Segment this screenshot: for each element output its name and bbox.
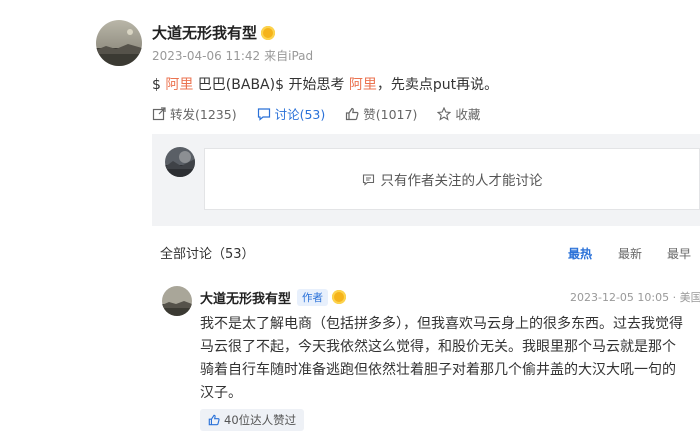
comment-author-name[interactable]: 大道无形我有型 bbox=[200, 288, 291, 307]
favorite-button[interactable]: 收藏 bbox=[437, 104, 480, 123]
post-source: 来自iPad bbox=[264, 49, 314, 63]
like-button[interactable]: 赞(1017) bbox=[345, 104, 417, 123]
post-author[interactable]: 大道无形我有型 bbox=[152, 22, 276, 43]
share-icon bbox=[152, 106, 166, 120]
verified-badge-icon bbox=[261, 25, 276, 40]
repost-button[interactable]: 转发(1235) bbox=[152, 104, 237, 123]
comment-restricted-notice: 只有作者关注的人才能讨论 bbox=[204, 148, 700, 210]
post-text-prefix: $ bbox=[152, 77, 166, 93]
star-icon bbox=[437, 106, 452, 121]
author-avatar[interactable] bbox=[96, 20, 142, 66]
topic-link[interactable]: 阿里 bbox=[349, 77, 377, 93]
viewer-avatar bbox=[165, 147, 195, 177]
comment-text: 我不是太了解电商（包括拼多多），但我喜欢马云身上的很多东西。过去我觉得马云很了不… bbox=[200, 316, 683, 401]
sort-latest[interactable]: 最新 bbox=[618, 245, 642, 262]
stock-link[interactable]: 阿里 bbox=[165, 77, 193, 93]
post-author-name[interactable]: 大道无形我有型 bbox=[152, 24, 257, 42]
comment-time: 2023-12-05 10:05 · 美国 bbox=[570, 291, 700, 304]
comments-header: 全部讨论（53） bbox=[160, 247, 255, 262]
sort-earliest[interactable]: 最早 bbox=[667, 245, 691, 262]
sort-hot[interactable]: 最热 bbox=[568, 245, 592, 262]
author-tag: 作者 bbox=[297, 289, 329, 306]
comment-label: 讨论(53) bbox=[274, 107, 326, 122]
post-text-middle: 巴巴(BABA)$ 开始思考 bbox=[193, 77, 349, 93]
like-label: 赞(1017) bbox=[363, 107, 418, 122]
repost-label: 转发(1235) bbox=[170, 107, 237, 122]
post-text: $ 阿里 巴巴(BABA)$ 开始思考 阿里，先卖点put再说。 bbox=[152, 74, 498, 94]
comment-icon bbox=[362, 173, 374, 186]
verified-badge-icon bbox=[332, 289, 347, 304]
comment-panel: 只有作者关注的人才能讨论 bbox=[152, 134, 700, 226]
thumbs-up-icon bbox=[346, 107, 359, 120]
favorite-label: 收藏 bbox=[455, 107, 481, 122]
comment-author-avatar[interactable] bbox=[162, 286, 192, 316]
comment-author: 大道无形我有型 作者 bbox=[200, 288, 347, 307]
post-actions: 转发(1235) 讨论(53) 赞(1017) 收藏 bbox=[152, 104, 500, 123]
post-text-suffix: ，先卖点put再说。 bbox=[376, 77, 499, 93]
post-time[interactable]: 2023-04-06 11:42 bbox=[152, 49, 260, 63]
comment-likes[interactable]: 40位达人赞过 bbox=[200, 409, 305, 431]
thumbs-up-icon bbox=[208, 414, 220, 426]
notice-text: 只有作者关注的人才能讨论 bbox=[380, 173, 543, 189]
comment-likes-label: 40位达人赞过 bbox=[224, 413, 297, 427]
comment-icon bbox=[257, 107, 270, 121]
post-meta: 2023-04-06 11:42 来自iPad bbox=[152, 47, 317, 64]
comment-button[interactable]: 讨论(53) bbox=[257, 104, 326, 123]
